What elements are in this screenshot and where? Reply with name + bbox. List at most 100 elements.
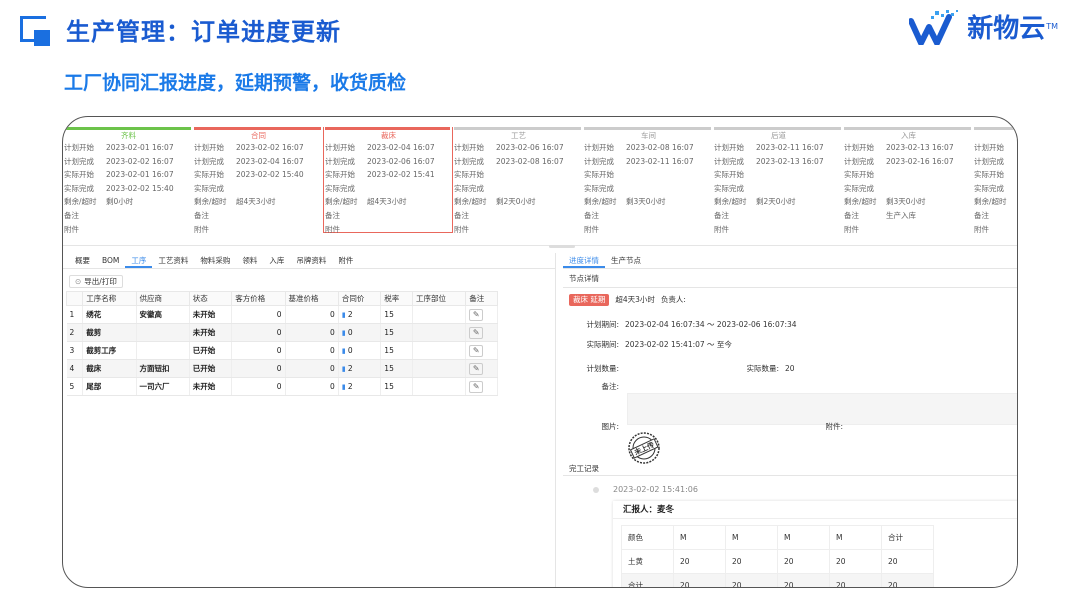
screenshot-frame: 齐料 计划开始 2023-02-01 16:07 计划完成 2023-02-02 16:… bbox=[62, 116, 1018, 588]
resize-handle[interactable] bbox=[549, 245, 575, 248]
tab-0[interactable]: 概要 bbox=[69, 253, 96, 268]
stage-column[interactable]: 后道 计划开始 2023-02-11 16:07 计划完成 2023-02-13 16:… bbox=[713, 127, 843, 243]
edit-icon[interactable]: ✎ bbox=[469, 362, 484, 375]
stage-row: 计划完成 2023-02-04 16:07 bbox=[194, 155, 323, 169]
table-row[interactable]: 1 绣花 安徽高 未开始 0 0 ▮ 2 15 ✎ bbox=[66, 305, 498, 324]
table-cell: 0 bbox=[231, 377, 286, 396]
right-tabs: 进度详情 生产节点 bbox=[563, 253, 1017, 269]
table-cell: 0 bbox=[231, 341, 286, 360]
stamp-icon[interactable]: 未上传 bbox=[627, 431, 661, 465]
stage-row-key: 实际完成 bbox=[64, 183, 94, 193]
stage-column[interactable]: 工艺 计划开始 2023-02-06 16:07 计划完成 2023-02-08 16:… bbox=[453, 127, 583, 243]
stage-row: 剩余/超时 超4天3小时 bbox=[325, 195, 452, 209]
tab-4[interactable]: 物料采购 bbox=[194, 253, 236, 268]
stage-column[interactable]: 齐料 计划开始 2023-02-01 16:07 计划完成 2023-02-02 16:… bbox=[63, 127, 193, 243]
stage-row: 剩余/超时 bbox=[974, 195, 1017, 209]
table-cell bbox=[412, 305, 467, 324]
table-cell bbox=[412, 323, 467, 342]
stage-row-key: 附件 bbox=[844, 224, 859, 234]
right-tab-0[interactable]: 进度详情 bbox=[563, 253, 605, 268]
stage-row: 备注 bbox=[584, 209, 713, 223]
stage-row-key: 计划开始 bbox=[325, 143, 355, 152]
table-cell: 0 bbox=[231, 359, 286, 378]
stage-row-key: 实际开始 bbox=[584, 170, 614, 180]
stage-row: 实际开始 2023-02-02 15:41 bbox=[325, 168, 452, 182]
edit-icon[interactable]: ✎ bbox=[469, 308, 484, 321]
stage-row-key: 附件 bbox=[584, 224, 599, 234]
stage-row-value: 剩3天0小时 bbox=[626, 197, 666, 207]
stage-row-key: 附件 bbox=[64, 224, 79, 234]
stage-row-key: 计划开始 bbox=[454, 143, 484, 152]
stage-row-key: 计划完成 bbox=[454, 156, 484, 166]
table-row[interactable]: 3 截剪工序 已开始 0 0 ▮ 0 15 ✎ bbox=[66, 341, 498, 360]
tab-5[interactable]: 领料 bbox=[236, 253, 263, 268]
report-cell: 20 bbox=[829, 573, 882, 587]
stage-row: 剩余/超时 剩3天0小时 bbox=[584, 195, 713, 209]
stage-row: 实际完成 bbox=[974, 182, 1017, 196]
stage-row: 计划完成 2023-02-06 16:07 bbox=[325, 155, 452, 169]
stage-row-key: 实际完成 bbox=[974, 183, 1004, 193]
stage-row-key: 备注 bbox=[844, 210, 859, 220]
table-cell: 尾部 bbox=[82, 377, 137, 396]
stage-column[interactable]: 裁床 计划开始 2023-02-04 16:07 计划完成 2023-02-06 16:… bbox=[323, 127, 453, 234]
right-tab-1[interactable]: 生产节点 bbox=[605, 253, 647, 268]
tab-6[interactable]: 入库 bbox=[263, 253, 290, 268]
report-cell: M bbox=[829, 525, 882, 550]
stage-row: 实际开始 bbox=[844, 168, 973, 182]
stage-row-value: 2023-02-02 16:07 bbox=[106, 156, 174, 166]
export-label: 导出/打印 bbox=[84, 277, 117, 286]
stage-row-key: 备注 bbox=[974, 210, 989, 220]
stage-row-key: 剩余/超时 bbox=[194, 197, 227, 207]
stage-column[interactable]: 计划开始 计划完成 实际开始 实际完成 剩余/超时 备注 附件 bbox=[973, 127, 1017, 243]
table-row[interactable]: 4 截床 方面钮扣 已开始 0 0 ▮ 2 15 ✎ bbox=[66, 359, 498, 378]
stage-row-value: 2023-02-02 16:07 bbox=[236, 143, 304, 152]
logo-mark-icon bbox=[909, 9, 959, 45]
table-cell: 15 bbox=[380, 341, 413, 360]
stage-row: 计划开始 2023-02-04 16:07 bbox=[325, 141, 452, 155]
table-row[interactable]: 5 尾部 一司六厂 未开始 0 0 ▮ 2 15 ✎ bbox=[66, 377, 498, 396]
stage-row: 备注 bbox=[194, 209, 323, 223]
stage-row-value: 2023-02-13 16:07 bbox=[756, 156, 824, 166]
edit-icon[interactable]: ✎ bbox=[469, 344, 484, 357]
stage-row-value: 2023-02-08 16:07 bbox=[626, 143, 694, 152]
stage-row-key: 计划开始 bbox=[714, 143, 744, 152]
table-cell: 15 bbox=[380, 305, 413, 324]
tab-1[interactable]: BOM bbox=[96, 253, 125, 268]
stage-row-key: 实际开始 bbox=[974, 170, 1004, 180]
stage-row-key: 附件 bbox=[454, 224, 469, 234]
stage-column[interactable]: 合同 计划开始 2023-02-02 16:07 计划完成 2023-02-04 16:… bbox=[193, 127, 323, 243]
actual-period: 实际期间: 2023-02-02 15:41:07 ～ 至今 bbox=[586, 340, 732, 349]
stage-row: 计划开始 bbox=[974, 141, 1017, 155]
tab-2[interactable]: 工序 bbox=[125, 253, 153, 268]
table-cell: 已开始 bbox=[189, 341, 233, 360]
table-cell bbox=[412, 359, 467, 378]
stage-name: 入库 bbox=[901, 131, 916, 140]
stage-column[interactable]: 车间 计划开始 2023-02-08 16:07 计划完成 2023-02-11 16:… bbox=[583, 127, 713, 243]
page-title: 生产管理：订单进度更新 bbox=[66, 18, 341, 46]
stage-row: 附件 bbox=[584, 223, 713, 237]
stage-row: 计划开始 2023-02-01 16:07 bbox=[64, 141, 193, 155]
image-label: 图片: bbox=[601, 422, 619, 431]
tab-8[interactable]: 附件 bbox=[332, 253, 359, 268]
table-cell: 15 bbox=[380, 359, 413, 378]
stage-row: 计划完成 2023-02-11 16:07 bbox=[584, 155, 713, 169]
table-cell: 0 bbox=[231, 305, 286, 324]
stage-row-key: 剩余/超时 bbox=[844, 197, 877, 207]
report-cell: 20 bbox=[725, 549, 778, 574]
table-cell: ✎ bbox=[465, 305, 498, 324]
table-row[interactable]: 2 截剪 未开始 0 0 ▮ 0 15 ✎ bbox=[66, 323, 498, 342]
stage-row-value: 剩0小时 bbox=[106, 197, 134, 207]
tab-3[interactable]: 工艺资料 bbox=[152, 253, 194, 268]
stage-column[interactable]: 入库 计划开始 2023-02-13 16:07 计划完成 2023-02-16 16:… bbox=[843, 127, 973, 243]
stage-row: 实际完成 bbox=[584, 182, 713, 196]
stage-row: 备注 bbox=[64, 209, 193, 223]
table-header: 备注 bbox=[465, 291, 498, 306]
stage-row-key: 计划完成 bbox=[325, 156, 355, 166]
stage-row-key: 剩余/超时 bbox=[64, 197, 97, 207]
stage-name: 后道 bbox=[771, 131, 786, 140]
tab-7[interactable]: 吊牌资料 bbox=[290, 253, 332, 268]
export-print-button[interactable]: ⊙ 导出/打印 bbox=[69, 275, 123, 288]
edit-icon[interactable]: ✎ bbox=[469, 326, 484, 339]
table-cell: 15 bbox=[380, 377, 413, 396]
edit-icon[interactable]: ✎ bbox=[469, 380, 484, 393]
